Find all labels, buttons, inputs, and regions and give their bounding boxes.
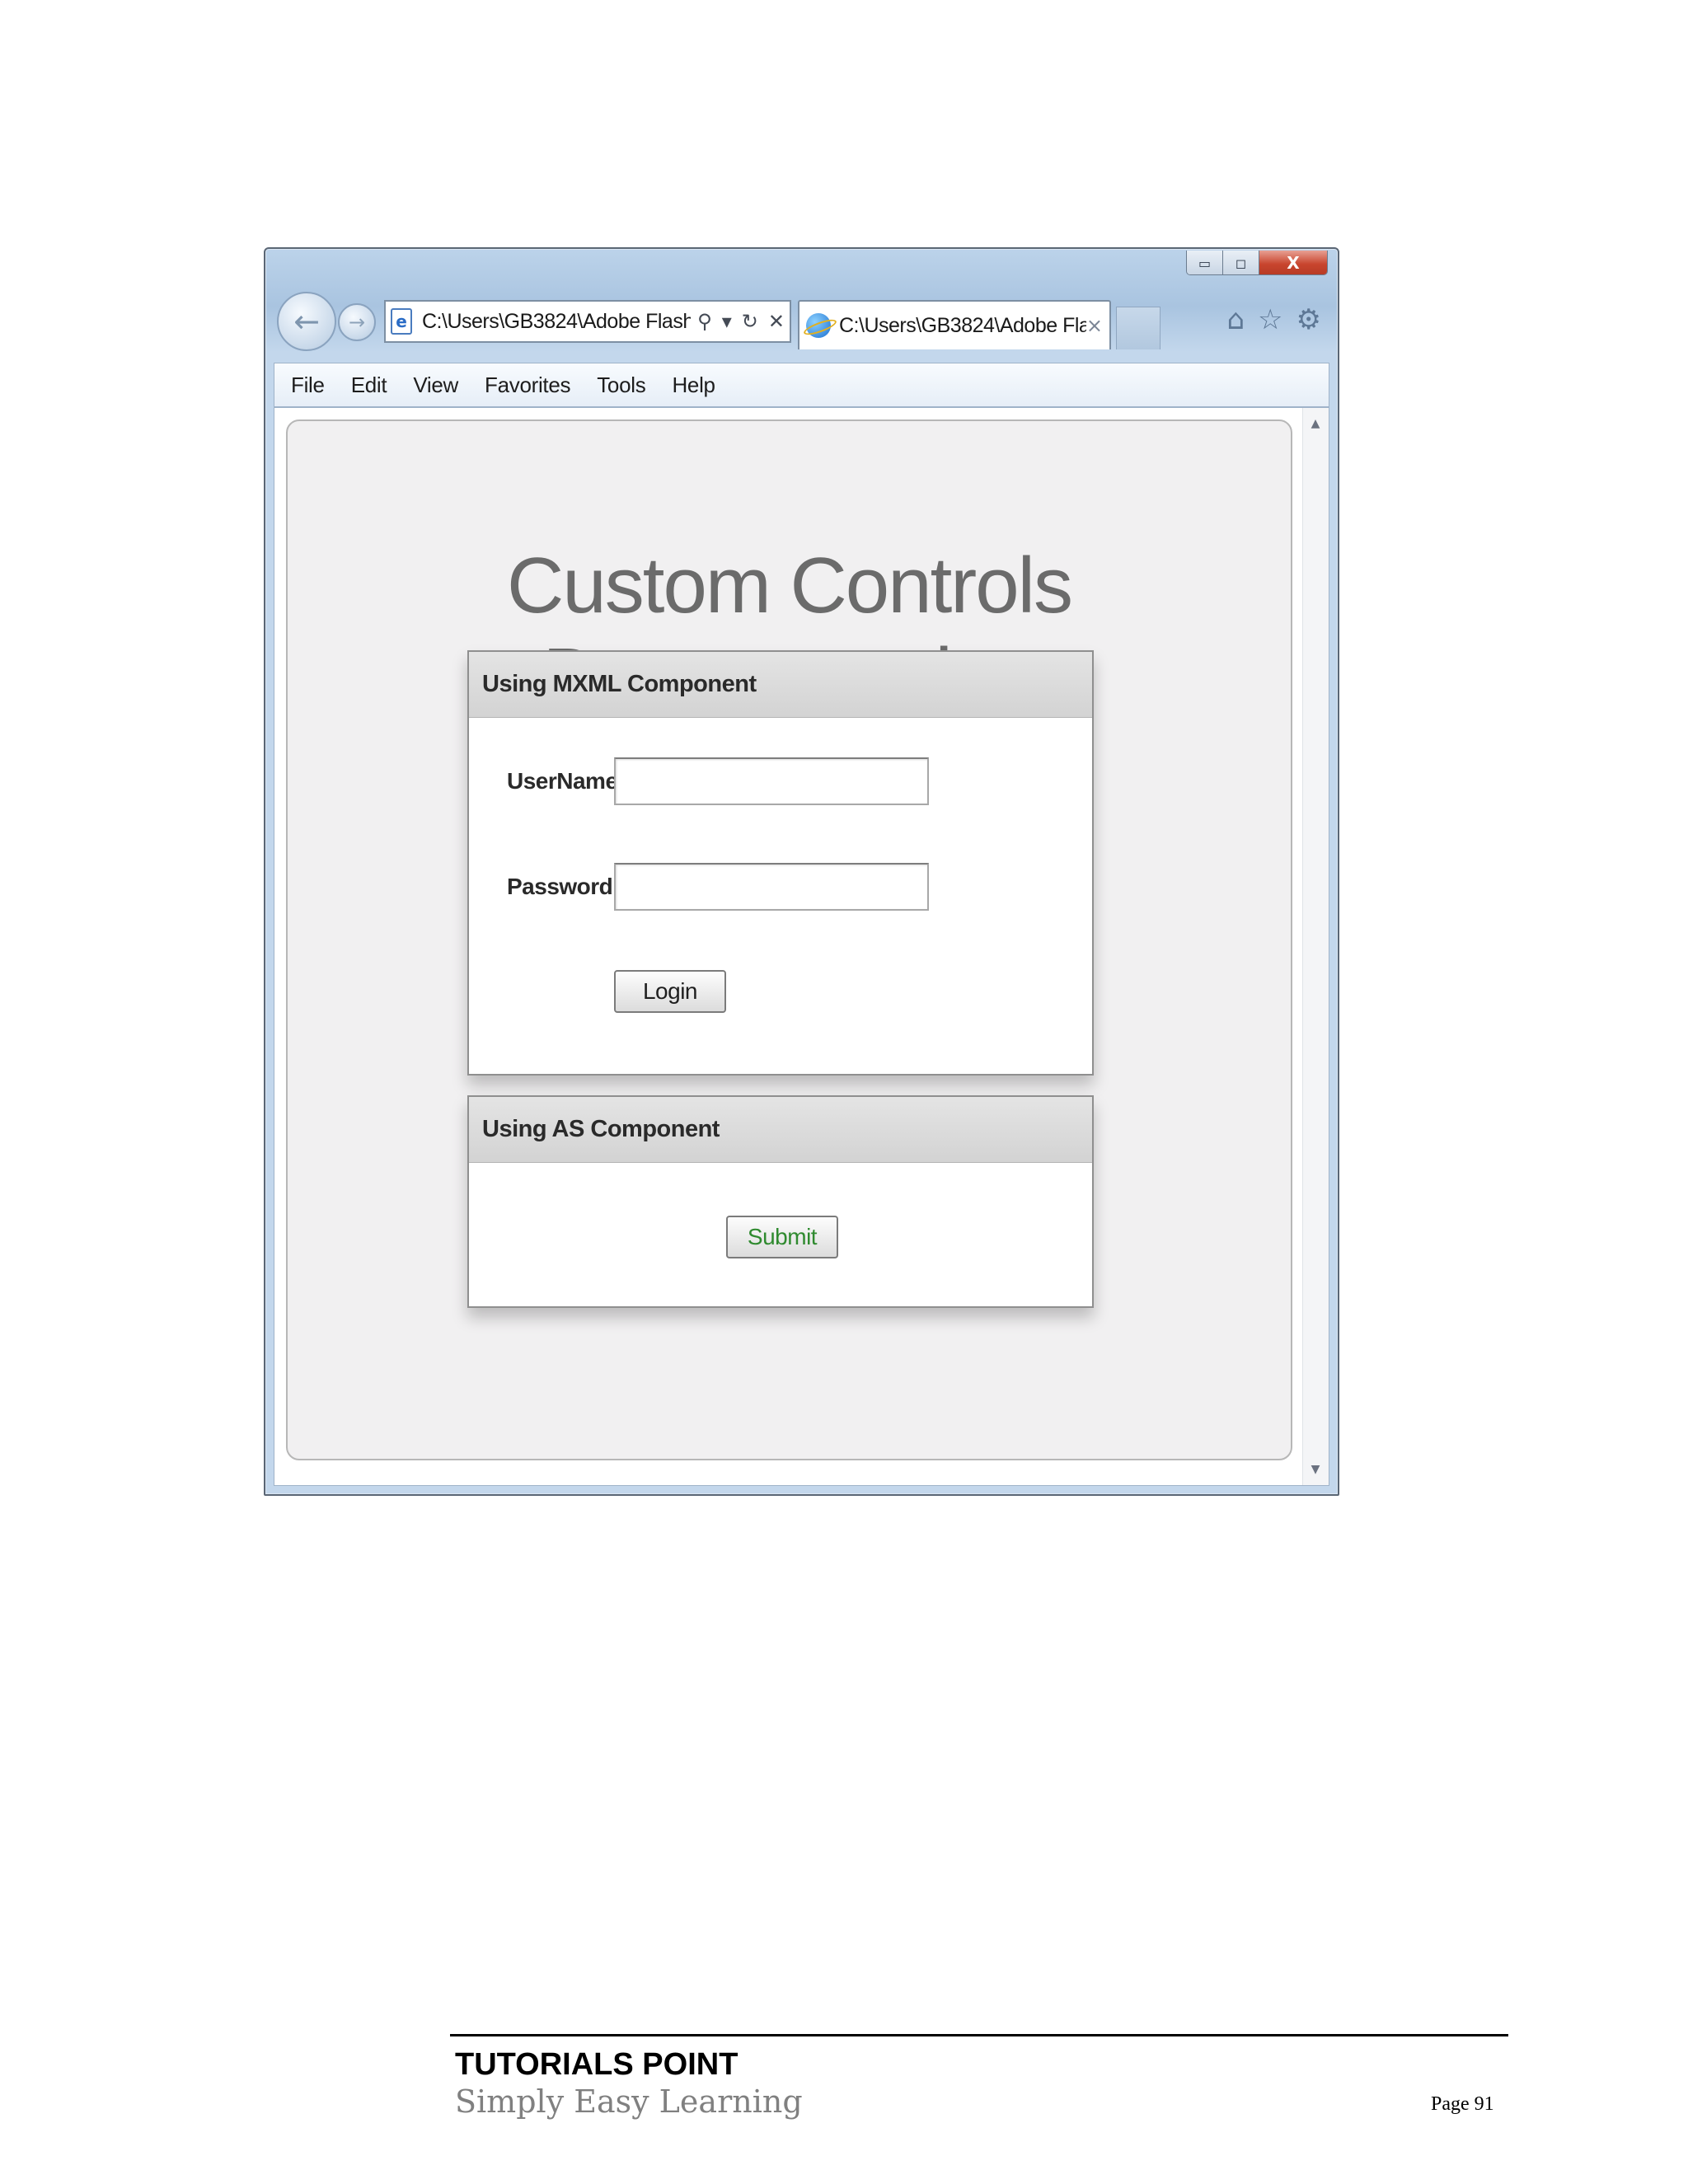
browser-window: ▭ ◻ X ← → e C:\Users\GB3824\Adobe Flash … (264, 247, 1339, 1496)
menu-favorites[interactable]: Favorites (485, 373, 571, 398)
close-button[interactable]: X (1259, 251, 1327, 274)
menu-file[interactable]: File (291, 373, 325, 398)
maximize-button[interactable]: ◻ (1223, 251, 1259, 274)
as-panel-header: Using AS Component (469, 1097, 1092, 1163)
browser-content: ▲ ▼ Custom Controls Demonstration Using … (274, 407, 1329, 1486)
new-tab-button[interactable] (1116, 307, 1160, 349)
menu-edit[interactable]: Edit (351, 373, 387, 398)
refresh-icon[interactable]: ↻ (742, 310, 758, 333)
ie-logo-icon (806, 313, 831, 338)
address-text[interactable]: C:\Users\GB3824\Adobe Flash (422, 310, 691, 334)
mxml-panel-header: Using MXML Component (469, 652, 1092, 718)
menu-tools[interactable]: Tools (597, 373, 646, 398)
dropdown-icon[interactable]: ▾ (722, 310, 732, 333)
footer-brand: TUTORIALS POINT (455, 2047, 738, 2082)
password-input[interactable] (614, 863, 929, 911)
address-bar[interactable]: e C:\Users\GB3824\Adobe Flash ⚲ ▾ ↻ ✕ (384, 300, 791, 343)
navigation-bar: ← → e C:\Users\GB3824\Adobe Flash ⚲ ▾ ↻ … (277, 292, 1326, 351)
username-label: UserName: (507, 768, 626, 794)
forward-button[interactable]: → (338, 303, 376, 341)
address-tools: ⚲ ▾ ↻ ✕ (691, 310, 785, 333)
stop-icon[interactable]: ✕ (768, 310, 785, 333)
footer-divider (450, 2034, 1508, 2036)
menu-view[interactable]: View (413, 373, 458, 398)
favorites-star-icon[interactable]: ☆ (1258, 303, 1282, 336)
browser-tab[interactable]: C:\Users\GB3824\Adobe Fla... × (798, 300, 1111, 349)
password-row: Password: (507, 863, 929, 911)
page-number: Page 91 (1431, 2093, 1494, 2115)
gear-icon[interactable]: ⚙ (1296, 303, 1321, 336)
tab-close-icon[interactable]: × (1086, 314, 1103, 337)
vertical-scrollbar[interactable]: ▲ ▼ (1302, 408, 1329, 1485)
browser-toolbar: ⌂ ☆ ⚙ (1226, 303, 1321, 336)
minimize-button[interactable]: ▭ (1187, 251, 1223, 274)
menu-help[interactable]: Help (672, 373, 715, 398)
scroll-up-arrow-icon[interactable]: ▲ (1302, 411, 1329, 436)
menu-bar: File Edit View Favorites Tools Help (274, 363, 1329, 407)
scroll-down-arrow-icon[interactable]: ▼ (1302, 1457, 1329, 1482)
submit-button[interactable]: Submit (726, 1216, 838, 1258)
page-icon: e (391, 308, 412, 335)
username-input[interactable] (614, 757, 929, 805)
flex-application: Custom Controls Demonstration Using MXML… (286, 419, 1292, 1460)
login-button[interactable]: Login (614, 970, 726, 1013)
footer-tagline: Simply Easy Learning (455, 2083, 803, 2120)
home-icon[interactable]: ⌂ (1226, 303, 1245, 336)
password-label: Password: (507, 874, 621, 899)
search-icon[interactable]: ⚲ (697, 310, 712, 333)
tab-title: C:\Users\GB3824\Adobe Fla... (839, 313, 1086, 337)
back-button[interactable]: ← (277, 292, 336, 351)
forward-arrow-icon: → (348, 311, 366, 334)
username-row: UserName: (507, 757, 929, 805)
mxml-component-panel: Using MXML Component UserName: Password:… (467, 650, 1094, 1076)
back-arrow-icon: ← (293, 303, 320, 340)
as-component-panel: Using AS Component Submit (467, 1095, 1094, 1308)
window-controls: ▭ ◻ X (1186, 251, 1328, 275)
